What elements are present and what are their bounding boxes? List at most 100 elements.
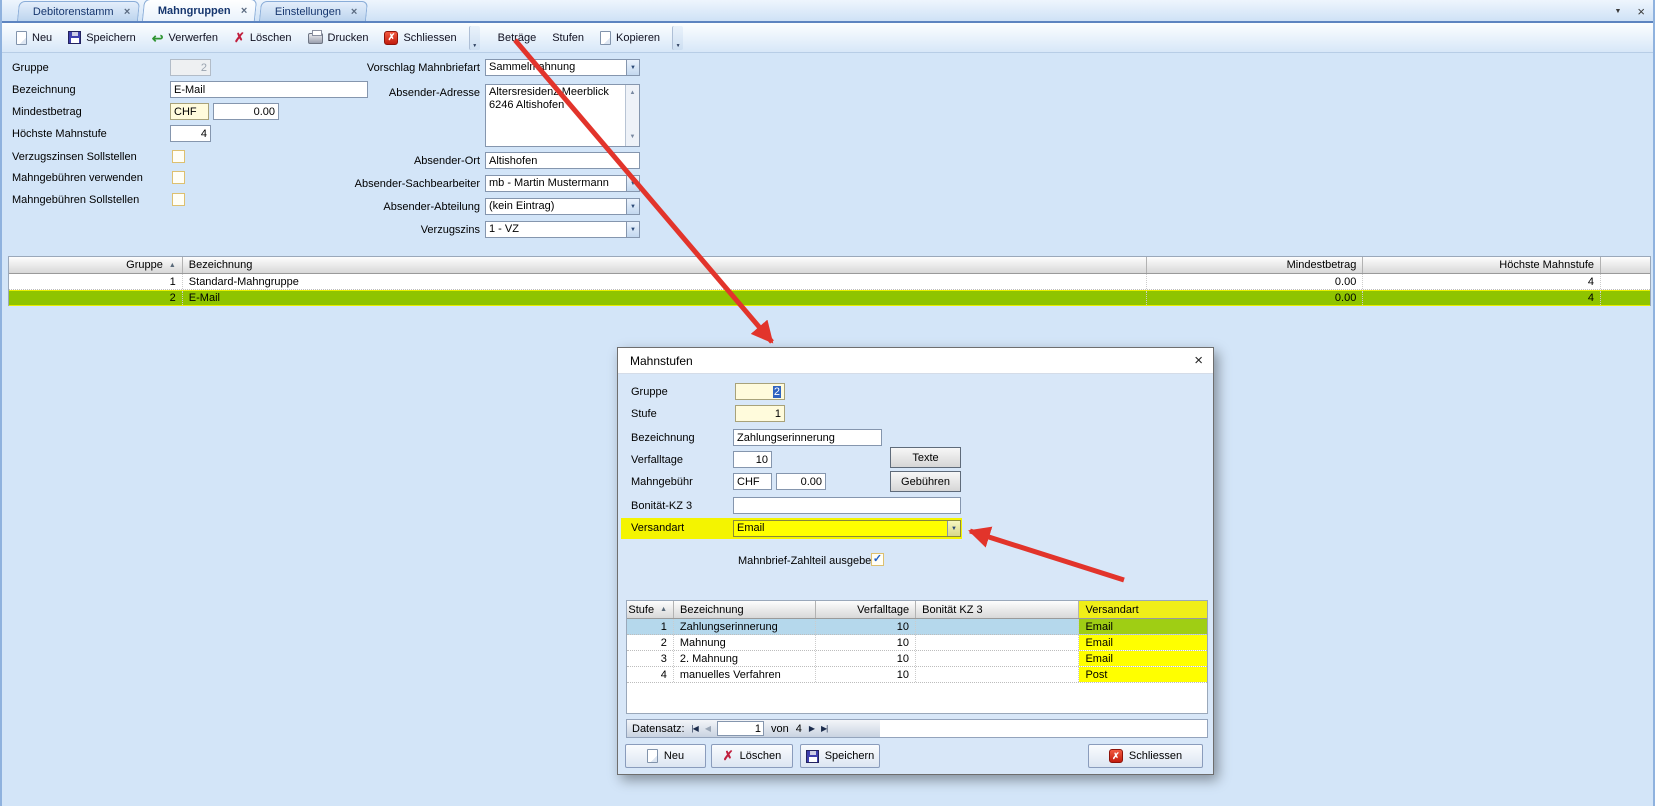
verzugszinsen-sollstellen-checkbox[interactable] [172, 150, 185, 163]
mahnbrief-zahlteil-label: Mahnbrief-Zahlteil ausgeben [738, 555, 878, 567]
tab-mahngruppen[interactable]: Mahngruppen × [141, 0, 258, 21]
mahngebuehren-verwenden-label: Mahngebühren verwenden [12, 172, 143, 184]
undo-icon: ↩ [151, 29, 164, 46]
absender-adresse-field[interactable]: Altersresidenz Meerblick 6246 Altishofen… [485, 84, 640, 147]
schliessen-button-label: Schliessen [403, 31, 457, 44]
loeschen-button[interactable]: ✗ Löschen [226, 29, 300, 47]
gebuehren-button[interactable]: Gebühren [890, 471, 961, 492]
verzugszins-dropdown[interactable]: 1 - VZ ▼ [485, 221, 640, 238]
mahnstufen-dialog: Mahnstufen × Gruppe 2 Stufe 1 Bezeichnun… [617, 347, 1214, 775]
dialog-close-icon[interactable]: × [1194, 353, 1203, 368]
dlg-currency-field[interactable]: CHF [733, 473, 772, 490]
tab-debitorenstamm[interactable]: Debitorenstamm × [16, 1, 141, 21]
absender-adresse-label: Absender-Adresse [388, 87, 480, 99]
tab-close-icon[interactable]: × [124, 6, 130, 18]
tab-einstellungen[interactable]: Einstellungen × [259, 1, 368, 21]
speichern-button[interactable]: Speichern [60, 28, 144, 47]
column-header-bezeichnung[interactable]: Bezeichnung [183, 257, 1147, 273]
scroll-down-icon[interactable]: ▼ [630, 131, 636, 144]
column-header-hoechste-mahnstufe[interactable]: Höchste Mahnstufe [1363, 257, 1602, 273]
gruppe-label: Gruppe [12, 62, 49, 74]
drucken-button[interactable]: Drucken [300, 28, 377, 47]
toolbar-overflow-button[interactable]: ▼ [672, 25, 684, 50]
table-row[interactable]: 1 Standard-Mahngruppe 0.00 4 [9, 274, 1650, 290]
schliessen-button[interactable]: ✗ Schliessen [376, 28, 464, 48]
texte-button[interactable]: Texte [890, 447, 961, 468]
currency-field[interactable] [170, 103, 209, 120]
table-row[interactable]: 2 Mahnung 10 Email [627, 635, 1208, 651]
dialog-schliessen-button[interactable]: ✗ Schliessen [1088, 744, 1203, 768]
nav-last-button[interactable]: ▶| [821, 724, 828, 733]
tab-list-dropdown-icon[interactable]: ▼ [1614, 8, 1621, 15]
absender-abteilung-label: Absender-Abteilung [383, 201, 480, 213]
kopieren-button-label: Kopieren [616, 31, 661, 44]
dlg-stufe-label: Stufe [631, 408, 657, 420]
chevron-down-icon[interactable]: ▼ [626, 199, 639, 214]
nav-total-label: 4 [795, 722, 802, 735]
nav-next-button[interactable]: ▶ [809, 724, 815, 733]
tab-close-icon[interactable]: × [241, 5, 247, 17]
scroll-up-icon[interactable]: ▲ [630, 87, 636, 100]
dlg-mahngebuehr-field[interactable]: 0.00 [776, 473, 826, 490]
column-header-versandart[interactable]: Versandart [1079, 601, 1207, 618]
table-row[interactable]: 4 manuelles Verfahren 10 Post [627, 667, 1208, 683]
absender-sachbearbeiter-dropdown[interactable]: mb - Martin Mustermann ▼ [485, 175, 640, 192]
neu-button-label: Neu [32, 31, 53, 44]
versandart-dropdown[interactable]: Email ▼ [733, 520, 961, 537]
column-header-bonitaet[interactable]: Bonität KZ 3 [916, 601, 1080, 618]
mindestbetrag-field[interactable] [213, 103, 279, 120]
tab-close-icon[interactable]: × [351, 6, 357, 18]
dlg-verfalltage-field[interactable]: 10 [733, 451, 772, 468]
dialog-speichern-button[interactable]: Speichern [800, 744, 880, 768]
nav-prev-button[interactable]: ◀ [705, 724, 711, 733]
hoechste-mahnstufe-field[interactable] [170, 125, 211, 142]
printer-icon [307, 30, 323, 44]
tab-bar: Debitorenstamm × Mahngruppen × Einstellu… [2, 0, 1653, 23]
dlg-stufe-field[interactable]: 1 [735, 405, 785, 422]
betraege-button[interactable]: Beträge [490, 29, 545, 47]
toolbar-overflow-button[interactable]: ▼ [468, 25, 480, 50]
record-number-field[interactable] [716, 721, 764, 736]
mahnbrief-zahlteil-checkbox[interactable]: ✓ [871, 553, 884, 566]
betraege-button-label: Beträge [497, 31, 537, 44]
check-icon: ✓ [872, 553, 883, 565]
chevron-down-icon[interactable]: ▼ [626, 60, 639, 75]
mindestbetrag-label: Mindestbetrag [12, 106, 82, 118]
column-header-stufe[interactable]: Stufe ▲ [627, 601, 674, 618]
dialog-neu-button[interactable]: Neu [625, 744, 706, 768]
dialog-title-bar[interactable]: Mahnstufen × [618, 348, 1213, 374]
column-header-verfalltage[interactable]: Verfalltage [816, 601, 917, 618]
dlg-gruppe-field[interactable]: 2 [735, 383, 785, 400]
column-header-gruppe[interactable]: Gruppe ▲ [9, 257, 183, 273]
table-row-selected[interactable]: 2 E-Mail 0.00 4 [9, 290, 1650, 306]
mahngebuehren-sollstellen-checkbox[interactable] [172, 193, 185, 206]
column-header-mindestbetrag[interactable]: Mindestbetrag [1147, 257, 1364, 273]
mahngruppen-table: Gruppe ▲ Bezeichnung Mindestbetrag Höchst… [8, 256, 1651, 306]
column-header-bezeichnung[interactable]: Bezeichnung [674, 601, 817, 618]
floppy-icon [68, 31, 82, 44]
mahnbriefart-dropdown[interactable]: Sammelmahnung ▼ [485, 59, 640, 76]
dialog-loeschen-button[interactable]: ✗ Löschen [711, 744, 793, 768]
table-row[interactable]: 3 2. Mahnung 10 Email [627, 651, 1208, 667]
absender-abteilung-dropdown[interactable]: (kein Eintrag) ▼ [485, 198, 640, 215]
loeschen-button-label: Löschen [249, 31, 292, 44]
neu-button[interactable]: Neu [8, 28, 60, 48]
stufen-button[interactable]: Stufen [544, 29, 592, 47]
table-row-selected[interactable]: 1 Zahlungserinnerung 10 Email [627, 619, 1208, 635]
absender-ort-field[interactable] [485, 152, 640, 169]
dlg-bonitaet-field[interactable] [733, 497, 961, 514]
dlg-bezeichnung-field[interactable]: Zahlungserinnerung [733, 429, 882, 446]
verwerfen-button-label: Verwerfen [168, 31, 218, 44]
chevron-down-icon[interactable]: ▼ [626, 176, 639, 191]
mahngebuehren-verwenden-checkbox[interactable] [172, 171, 185, 184]
mahnstufen-table: Stufe ▲ Bezeichnung Verfalltage Bonität K… [626, 600, 1208, 714]
tabbar-close-icon[interactable]: × [1637, 4, 1645, 19]
chevron-down-icon[interactable]: ▼ [947, 521, 960, 536]
column-header-filler [1601, 257, 1650, 273]
kopieren-button[interactable]: Kopieren [592, 28, 668, 48]
chevron-down-icon[interactable]: ▼ [626, 222, 639, 237]
nav-first-button[interactable]: |◀ [692, 724, 699, 733]
textarea-scrollbar[interactable]: ▲ ▼ [625, 85, 639, 146]
table-header-row: Stufe ▲ Bezeichnung Verfalltage Bonität K… [627, 601, 1207, 619]
verwerfen-button[interactable]: ↩ Verwerfen [144, 29, 226, 47]
